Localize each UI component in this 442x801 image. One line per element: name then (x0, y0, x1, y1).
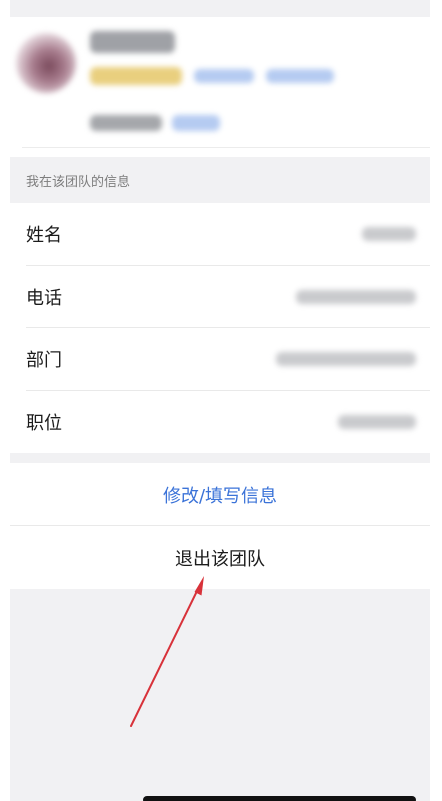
section-header: 我在该团队的信息 (26, 174, 131, 190)
quit-team-button[interactable]: 退出该团队 (10, 526, 430, 589)
info-label: 电话 (26, 287, 62, 309)
top-spacer (10, 0, 430, 17)
team-name-redacted (90, 31, 175, 53)
app-screen: 我在该团队的信息 姓名 电话 部门 职位 修改/填写信息 退出该团队 (10, 0, 430, 801)
info-label: 职位 (26, 412, 62, 434)
info-label: 姓名 (26, 225, 62, 247)
team-link-redacted (194, 69, 254, 83)
info-value-redacted (362, 227, 416, 242)
info-row-phone[interactable]: 电话 (10, 266, 430, 329)
team-avatar (16, 33, 76, 93)
divider (22, 147, 430, 148)
info-value-redacted (338, 414, 416, 429)
action-list: 修改/填写信息 退出该团队 (10, 463, 430, 589)
info-value-redacted (296, 289, 416, 304)
home-indicator[interactable] (143, 796, 416, 801)
info-label: 部门 (26, 350, 62, 372)
edit-info-button[interactable]: 修改/填写信息 (10, 463, 430, 526)
info-value-redacted (276, 352, 416, 367)
team-meta-redacted (90, 115, 162, 131)
my-info-list: 姓名 电话 部门 职位 (10, 203, 430, 453)
info-row-position[interactable]: 职位 (10, 391, 430, 454)
team-card[interactable] (10, 17, 430, 157)
team-tag-redacted (90, 67, 182, 85)
team-link-redacted (266, 69, 334, 83)
info-row-department[interactable]: 部门 (10, 328, 430, 391)
team-meta-link-redacted (172, 115, 220, 131)
info-row-name[interactable]: 姓名 (10, 203, 430, 266)
